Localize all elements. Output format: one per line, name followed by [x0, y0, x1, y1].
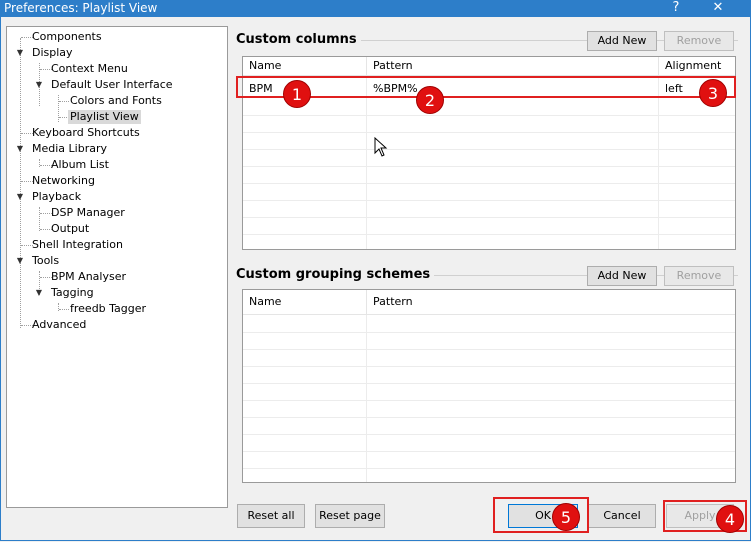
tree-line: [39, 207, 40, 231]
tree-item-colors-and-fonts[interactable]: Colors and Fonts: [68, 94, 164, 108]
annotation-badge-1: 1: [283, 80, 311, 108]
grouping-list-header: Name Pattern: [243, 290, 735, 315]
table-row: [243, 332, 735, 350]
expand-chevron-icon[interactable]: ▼: [15, 190, 25, 204]
table-row: [243, 217, 735, 235]
tree-item-album-list[interactable]: Album List: [49, 158, 111, 172]
tree-item-media-library[interactable]: Media Library: [30, 142, 109, 156]
tree-item-playlist-view[interactable]: Playlist View: [68, 110, 141, 124]
annotation-badge-2: 2: [416, 86, 444, 114]
tree-item-bpm-analyser[interactable]: BPM Analyser: [49, 270, 128, 284]
grouping-header-name[interactable]: Name: [243, 290, 367, 314]
annotation-badge-4: 4: [716, 505, 744, 533]
tree-item-context-menu[interactable]: Context Menu: [49, 62, 130, 76]
grouping-schemes-list[interactable]: Name Pattern: [242, 289, 736, 483]
column-header-alignment[interactable]: Alignment: [659, 57, 735, 75]
table-row: [243, 149, 735, 167]
table-row: [243, 451, 735, 469]
table-row: [243, 434, 735, 452]
tree-item-dsp-manager[interactable]: DSP Manager: [49, 206, 127, 220]
grouping-header-pattern[interactable]: Pattern: [367, 290, 735, 314]
close-icon[interactable]: ✕: [704, 0, 732, 17]
window-title: Preferences: Playlist View: [4, 1, 158, 15]
custom-grouping-title: Custom grouping schemes: [236, 267, 435, 282]
tree-item-playback[interactable]: Playback: [30, 190, 83, 204]
table-row: [243, 383, 735, 401]
expand-chevron-icon[interactable]: ▼: [15, 142, 25, 156]
table-row: [243, 400, 735, 418]
tree-item-advanced[interactable]: Advanced: [30, 318, 88, 332]
table-row: [243, 417, 735, 435]
table-row: [243, 200, 735, 218]
tree-item-display[interactable]: Display: [30, 46, 75, 60]
tree-item-shell-integration[interactable]: Shell Integration: [30, 238, 125, 252]
column-header-name[interactable]: Name: [243, 57, 367, 75]
table-row: [243, 315, 735, 333]
tree-item-keyboard-shortcuts[interactable]: Keyboard Shortcuts: [30, 126, 142, 140]
mouse-cursor-icon: [374, 137, 388, 157]
title-bar: Preferences: Playlist View ? ✕: [0, 0, 751, 17]
table-row: [243, 115, 735, 133]
tree-line: [20, 38, 21, 328]
tree-item-default-user-interface[interactable]: Default User Interface: [49, 78, 175, 92]
expand-chevron-icon[interactable]: ▼: [15, 46, 25, 60]
columns-list-header: Name Pattern Alignment: [243, 57, 735, 76]
tree-item-networking[interactable]: Networking: [30, 174, 97, 188]
tree-item-output[interactable]: Output: [49, 222, 91, 236]
tree-item-components[interactable]: Components: [30, 30, 104, 44]
grouping-remove-button[interactable]: Remove: [664, 266, 734, 286]
table-row: [243, 166, 735, 184]
grouping-add-new-button[interactable]: Add New: [587, 266, 657, 286]
table-row: [243, 366, 735, 384]
table-row: [243, 132, 735, 150]
tree-item-tools[interactable]: Tools: [30, 254, 61, 268]
annotation-badge-3: 3: [699, 79, 727, 107]
custom-columns-title: Custom columns: [236, 32, 361, 47]
table-row: [243, 349, 735, 367]
annotation-badge-5: 5: [552, 503, 580, 531]
expand-chevron-icon[interactable]: ▼: [34, 78, 44, 92]
column-header-pattern[interactable]: Pattern: [367, 57, 659, 75]
reset-all-button[interactable]: Reset all: [237, 504, 305, 528]
table-row: [243, 183, 735, 201]
columns-remove-button[interactable]: Remove: [664, 31, 734, 51]
expand-chevron-icon[interactable]: ▼: [34, 286, 44, 300]
help-icon[interactable]: ?: [662, 0, 690, 17]
tree-item-freedb-tagger[interactable]: freedb Tagger: [68, 302, 148, 316]
cancel-button[interactable]: Cancel: [588, 504, 656, 528]
preferences-tree[interactable]: ▼ ▼ ▼ ▼ ▼ ▼ Components Display Context M…: [6, 26, 228, 508]
highlight-row-box: [236, 76, 736, 98]
columns-add-new-button[interactable]: Add New: [587, 31, 657, 51]
table-row: [243, 98, 735, 116]
tree-item-tagging[interactable]: Tagging: [49, 286, 96, 300]
expand-chevron-icon[interactable]: ▼: [15, 254, 25, 268]
reset-page-button[interactable]: Reset page: [315, 504, 385, 528]
